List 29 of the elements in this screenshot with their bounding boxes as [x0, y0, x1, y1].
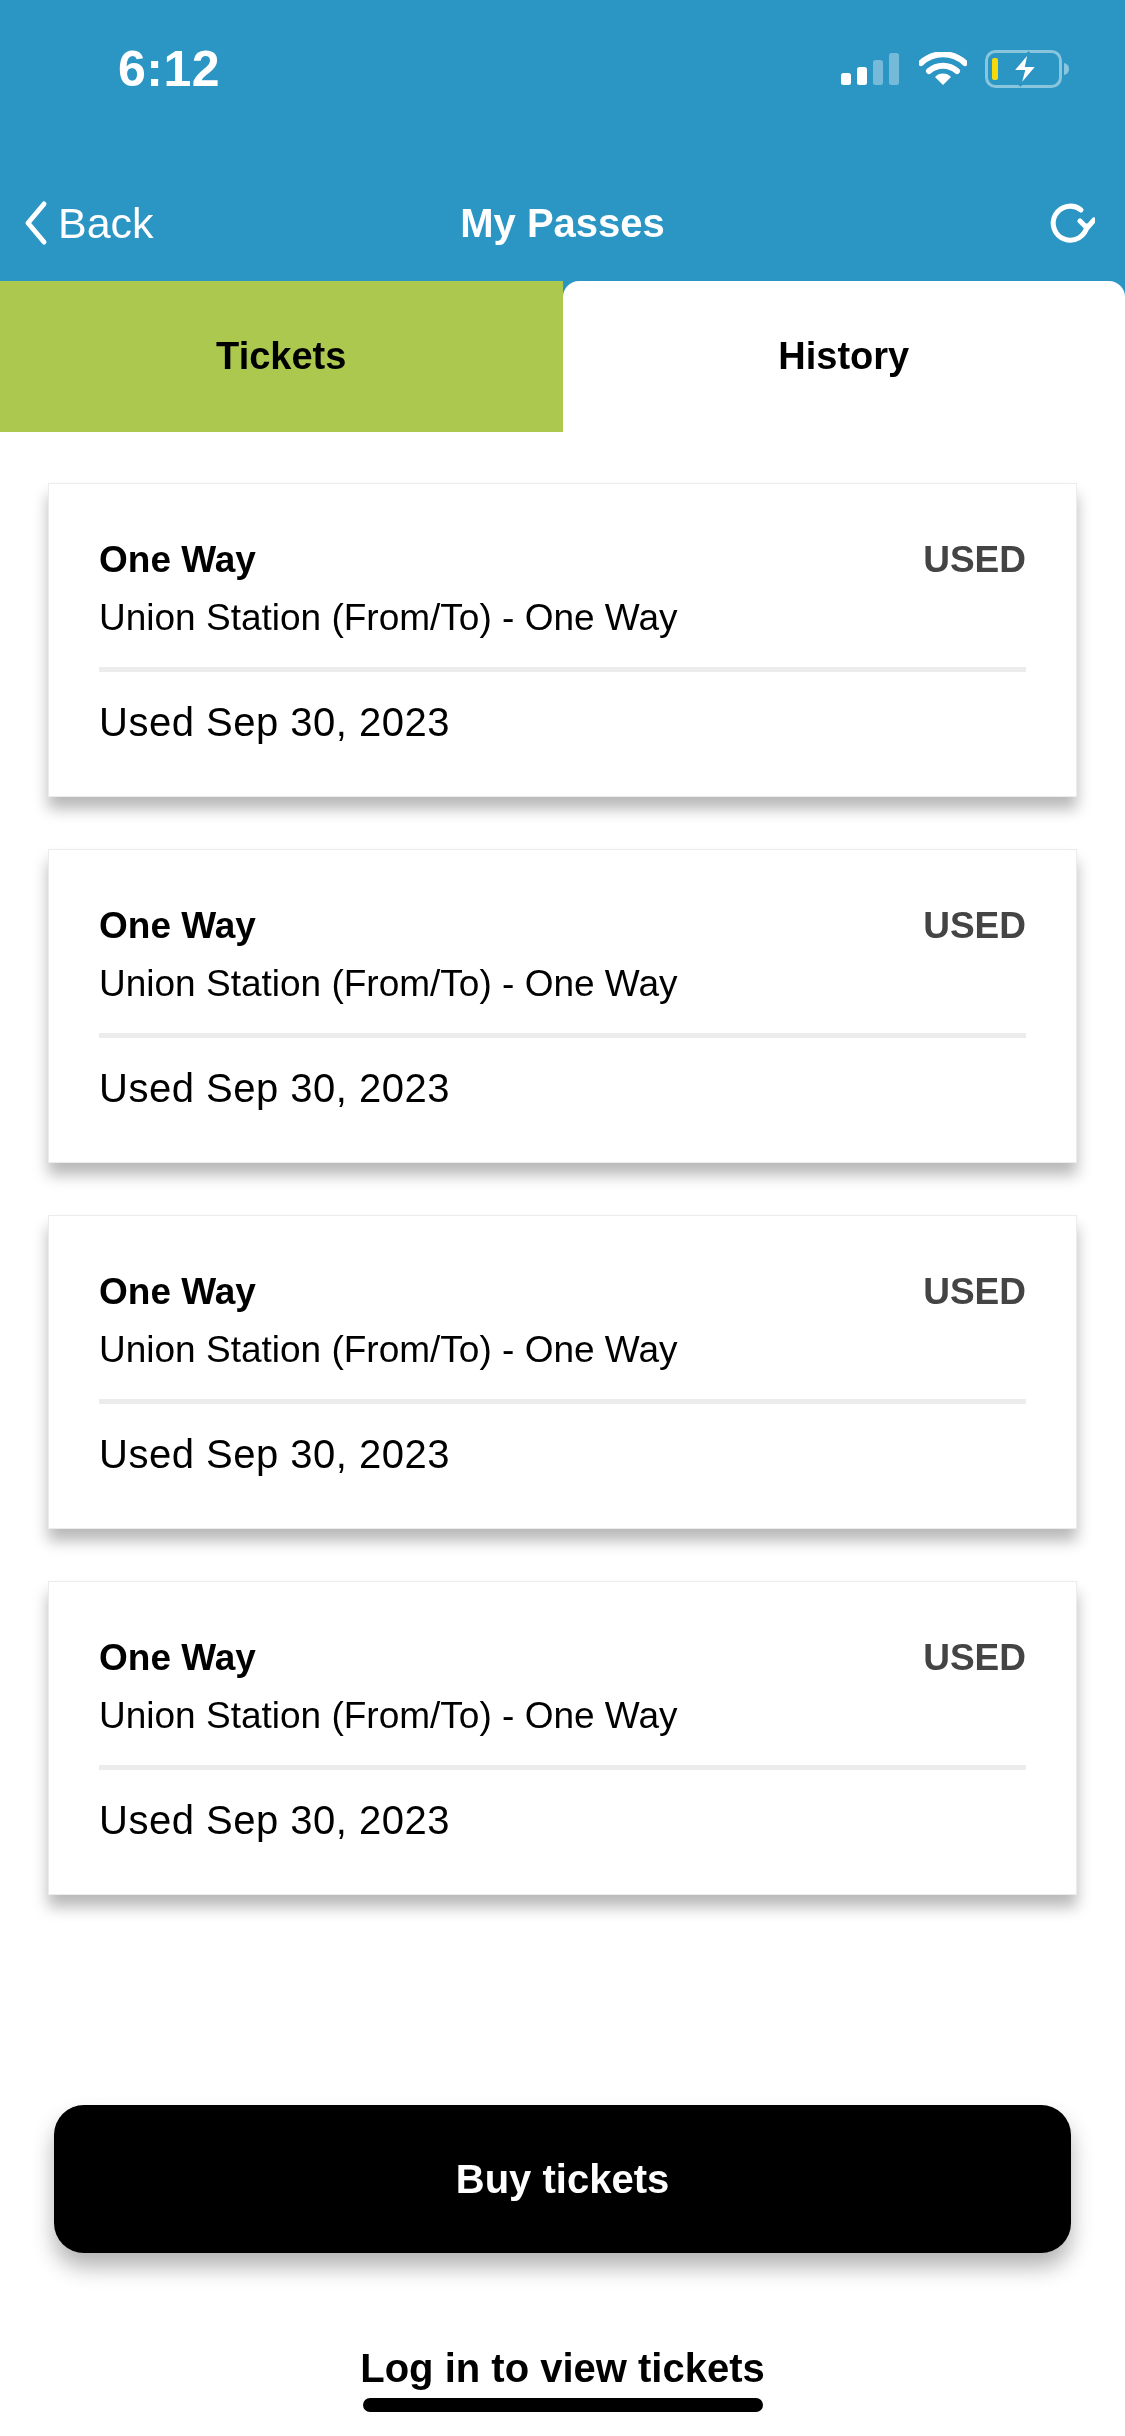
tab[interactable]: Tickets	[0, 281, 563, 432]
login-link[interactable]: Log in to view tickets	[360, 2344, 765, 2392]
page-title: My Passes	[460, 200, 665, 245]
used-date: Used Sep 30, 2023	[99, 1431, 451, 1478]
used-date: Used Sep 30, 2023	[99, 1797, 451, 1844]
pass-route: Union Station (From/To) - One Way	[99, 962, 679, 1006]
pass-status: USED	[923, 904, 1026, 948]
pass-status: USED	[923, 538, 1026, 582]
used-date: Used Sep 30, 2023	[99, 1065, 451, 1112]
pass-title: One Way	[99, 1636, 256, 1680]
pass-title: One Way	[99, 538, 256, 582]
status-time: 6:12	[118, 39, 221, 98]
signal-icon	[841, 52, 901, 85]
pass-route: Union Station (From/To) - One Way	[99, 1328, 679, 1372]
pass-route: Union Station (From/To) - One Way	[99, 1694, 679, 1738]
pass-title: One Way	[99, 1270, 256, 1314]
pass-route: Union Station (From/To) - One Way	[99, 596, 679, 640]
pass-card[interactable]: One Way USED Union Station (From/To) - One Way Used Sep 30, 2023	[48, 483, 1077, 797]
pass-status: USED	[923, 1270, 1026, 1314]
wifi-icon	[919, 51, 967, 86]
battery-charging-icon	[985, 49, 1069, 88]
tab[interactable]: History	[562, 281, 1125, 432]
pass-status: USED	[923, 1636, 1026, 1680]
used-date: Used Sep 30, 2023	[99, 699, 451, 746]
pass-card[interactable]: One Way USED Union Station (From/To) - One Way Used Sep 30, 2023	[48, 1215, 1077, 1529]
pass-title: One Way	[99, 904, 256, 948]
pass-card[interactable]: One Way USED Union Station (From/To) - One Way Used Sep 30, 2023	[48, 849, 1077, 1163]
buy-tickets-button[interactable]: Buy tickets	[54, 2105, 1071, 2253]
pass-card[interactable]: One Way USED Union Station (From/To) - One Way Used Sep 30, 2023	[48, 1581, 1077, 1895]
